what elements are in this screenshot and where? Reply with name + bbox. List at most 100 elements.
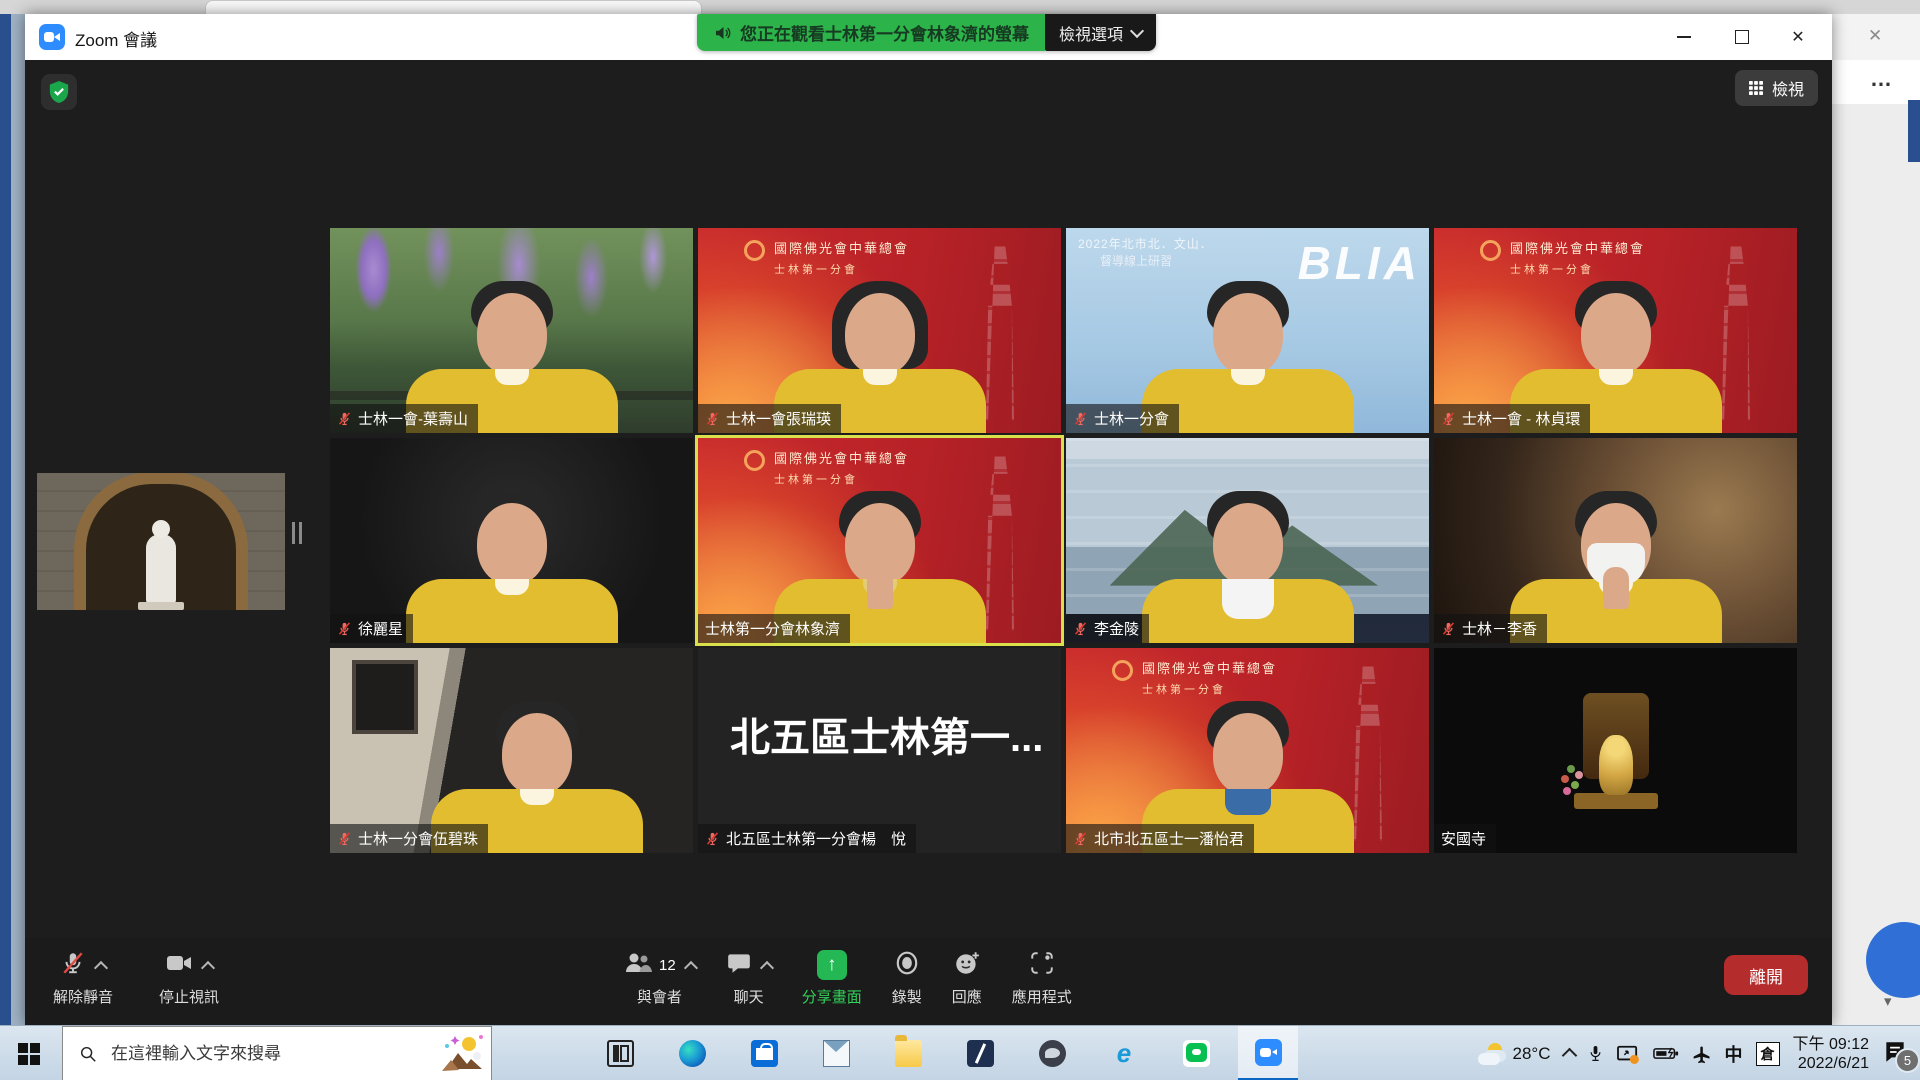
participant-video: 國際佛光會中華總會士林第一分會 xyxy=(1066,648,1429,853)
microphone-tray-icon[interactable] xyxy=(1588,1043,1603,1064)
participant-tile[interactable]: 安國寺 xyxy=(1434,648,1797,853)
participant-tile[interactable]: 國際佛光會中華總會士林第一分會士林一會 - 林貞環 xyxy=(1434,228,1797,433)
edge-glyph xyxy=(679,1040,706,1067)
toolbar-button-label: 應用程式 xyxy=(1012,986,1072,1007)
poster-org-name: 國際佛光會中華總會 xyxy=(1510,238,1645,257)
weather-widget[interactable]: 28°C xyxy=(1478,1043,1551,1065)
participant-tile[interactable]: 徐麗星 xyxy=(330,438,693,643)
muted-mic-icon xyxy=(1073,621,1088,636)
taskbar-app-dark-icon[interactable] xyxy=(950,1026,1010,1080)
toolbar-participants-button[interactable]: 12與會者 xyxy=(623,949,696,1007)
windows-taskbar: e 28°C 中 倉 下午 09:12 2022/6/21 5 xyxy=(0,1025,1920,1080)
chevron-up-icon[interactable] xyxy=(760,960,774,974)
toolbar-share-button[interactable]: ↑分享畫面 xyxy=(802,949,862,1007)
leave-button[interactable]: 離開 xyxy=(1724,955,1808,995)
participant-tile[interactable]: 國際佛光會中華總會士林第一分會北市北五區士一潘怡君 xyxy=(1066,648,1429,853)
muted-mic-icon xyxy=(337,411,352,426)
chevron-up-icon[interactable] xyxy=(94,960,108,974)
start-button[interactable] xyxy=(0,1026,58,1080)
muted-mic-icon xyxy=(1441,411,1456,426)
participant-tile[interactable]: 李金陵 xyxy=(1066,438,1429,643)
chevron-up-icon[interactable] xyxy=(201,960,215,974)
participant-name-label: 士林一分會 xyxy=(1066,404,1179,433)
toolbar-reactions-button[interactable]: 回應 xyxy=(952,949,982,1007)
toolbar-center-group: 12與會者聊天 ↑分享畫面錄製回應應用程式 xyxy=(623,949,1072,1007)
ie-glyph: e xyxy=(1111,1040,1138,1067)
person-figure xyxy=(397,491,627,643)
participant-name-label: 士林第一分會林象濟 xyxy=(698,614,850,643)
participant-name: 士林第一分會林象濟 xyxy=(705,618,840,639)
taskbar-store-icon[interactable] xyxy=(734,1026,794,1080)
participant-name: 士林一分會 xyxy=(1094,408,1169,429)
participant-tile[interactable]: 2022年北市北．文山．督導線上研習BLIA士林一分會 xyxy=(1066,228,1429,433)
notification-center-button[interactable]: 5 xyxy=(1882,1039,1912,1069)
slide-title-line: 2022年北市北．文山． xyxy=(1078,235,1213,252)
participant-name: 士林－李香 xyxy=(1462,618,1537,639)
participant-tile[interactable]: 國際佛光會中華總會士林第一分會士林第一分會林象濟 xyxy=(698,438,1061,643)
minimize-button[interactable] xyxy=(1656,14,1712,60)
participant-tile[interactable]: 國際佛光會中華總會士林第一分會士林一會張瑞瑛 xyxy=(698,228,1061,433)
taskbar-zoom-icon[interactable] xyxy=(1238,1026,1298,1080)
taskbar-task-view-icon[interactable] xyxy=(590,1026,650,1080)
windows-logo-icon xyxy=(18,1043,40,1065)
share-screen-icon: ↑ xyxy=(817,950,847,980)
flower-offering xyxy=(1563,787,1571,795)
background-close-icon[interactable]: ✕ xyxy=(1868,26,1882,46)
app-gray-glyph xyxy=(1039,1040,1066,1067)
battery-icon[interactable] xyxy=(1653,1046,1679,1061)
toolbar-apps-button[interactable]: 應用程式 xyxy=(1012,949,1072,1007)
muted-mic-icon xyxy=(705,831,720,846)
search-input[interactable] xyxy=(109,1043,491,1065)
view-button[interactable]: 檢視 xyxy=(1735,70,1818,106)
airplane-icon[interactable] xyxy=(1692,1044,1712,1064)
taskbar-search[interactable] xyxy=(62,1026,492,1080)
chevron-up-icon[interactable] xyxy=(684,960,698,974)
system-tray: 28°C 中 倉 下午 09:12 2022/6/21 5 xyxy=(1478,1026,1912,1080)
participant-name: 北五區士林第一分會楊 悅 xyxy=(726,828,906,849)
toolbar-record-button[interactable]: 錄製 xyxy=(892,949,922,1007)
taskbar-ie-icon[interactable]: e xyxy=(1094,1026,1154,1080)
share-banner-message: 您正在觀看士林第一分會林象濟的螢幕 xyxy=(740,20,1029,45)
speaker-icon xyxy=(713,24,731,42)
ime-layout-indicator[interactable]: 倉 xyxy=(1756,1042,1780,1066)
slide-title-line: 督導線上研習 xyxy=(1100,252,1172,269)
toolbar-button-label: 停止視訊 xyxy=(159,986,219,1007)
maximize-button[interactable] xyxy=(1714,14,1770,60)
more-options-icon[interactable]: … xyxy=(1870,66,1893,92)
taskbar-mail-icon[interactable] xyxy=(806,1026,866,1080)
zoom-meeting-window: Zoom 會議 檢視 士林一會-葉壽山國際佛光會中華總會士林第一分會士林一會張瑞… xyxy=(25,14,1832,1025)
participant-tile[interactable]: 士林一會-葉壽山 xyxy=(330,228,693,433)
participant-video xyxy=(330,228,693,433)
security-shield-icon[interactable] xyxy=(41,74,77,110)
share-banner-message-area: 您正在觀看士林第一分會林象濟的螢幕 xyxy=(697,14,1045,51)
participant-name: 士林一會-葉壽山 xyxy=(358,408,468,429)
hidden-icons-chevron[interactable] xyxy=(1561,1048,1577,1064)
dropdown-caret-icon[interactable]: ▾ xyxy=(1884,992,1892,1010)
screen-cast-icon[interactable] xyxy=(1616,1044,1640,1064)
participant-tile[interactable]: 北五區士林第一...北五區士林第一分會楊 悅 xyxy=(698,648,1061,853)
toolbar-unmute-button[interactable]: 解除靜音 xyxy=(53,949,113,1007)
background-scrollbar[interactable] xyxy=(1908,100,1920,162)
taskbar-file-explorer-icon[interactable] xyxy=(878,1026,938,1080)
taskbar-clock[interactable]: 下午 09:12 2022/6/21 xyxy=(1793,1035,1870,1073)
taskbar-line-icon[interactable] xyxy=(1166,1026,1226,1080)
view-options-button[interactable]: 檢視選項 xyxy=(1045,14,1156,51)
taskbar-app-gray-icon[interactable] xyxy=(1022,1026,1082,1080)
taskbar-edge-icon[interactable] xyxy=(662,1026,722,1080)
buddha-altar xyxy=(1561,693,1671,809)
toolbar-chat-button[interactable]: 聊天 xyxy=(726,949,772,1007)
toolbar-stop-video-button[interactable]: 停止視訊 xyxy=(159,949,219,1007)
close-button[interactable] xyxy=(1770,14,1826,60)
participant-tile[interactable]: 士林－李香 xyxy=(1434,438,1797,643)
person-figure xyxy=(1133,491,1363,643)
poster-branch-name: 士林第一分會 xyxy=(1142,681,1277,697)
participant-name: 士林一分會伍碧珠 xyxy=(358,828,478,849)
store-glyph xyxy=(751,1040,778,1067)
ime-mode-indicator[interactable]: 中 xyxy=(1725,1041,1743,1067)
participant-tile[interactable]: 士林一分會伍碧珠 xyxy=(330,648,693,853)
clock-time: 下午 09:12 xyxy=(1793,1035,1870,1054)
gallery-drag-handle[interactable] xyxy=(292,522,302,544)
blia-logo-icon xyxy=(1480,240,1501,261)
participant-tile[interactable] xyxy=(37,473,285,610)
poster-header-text: 國際佛光會中華總會士林第一分會 xyxy=(1510,238,1645,277)
